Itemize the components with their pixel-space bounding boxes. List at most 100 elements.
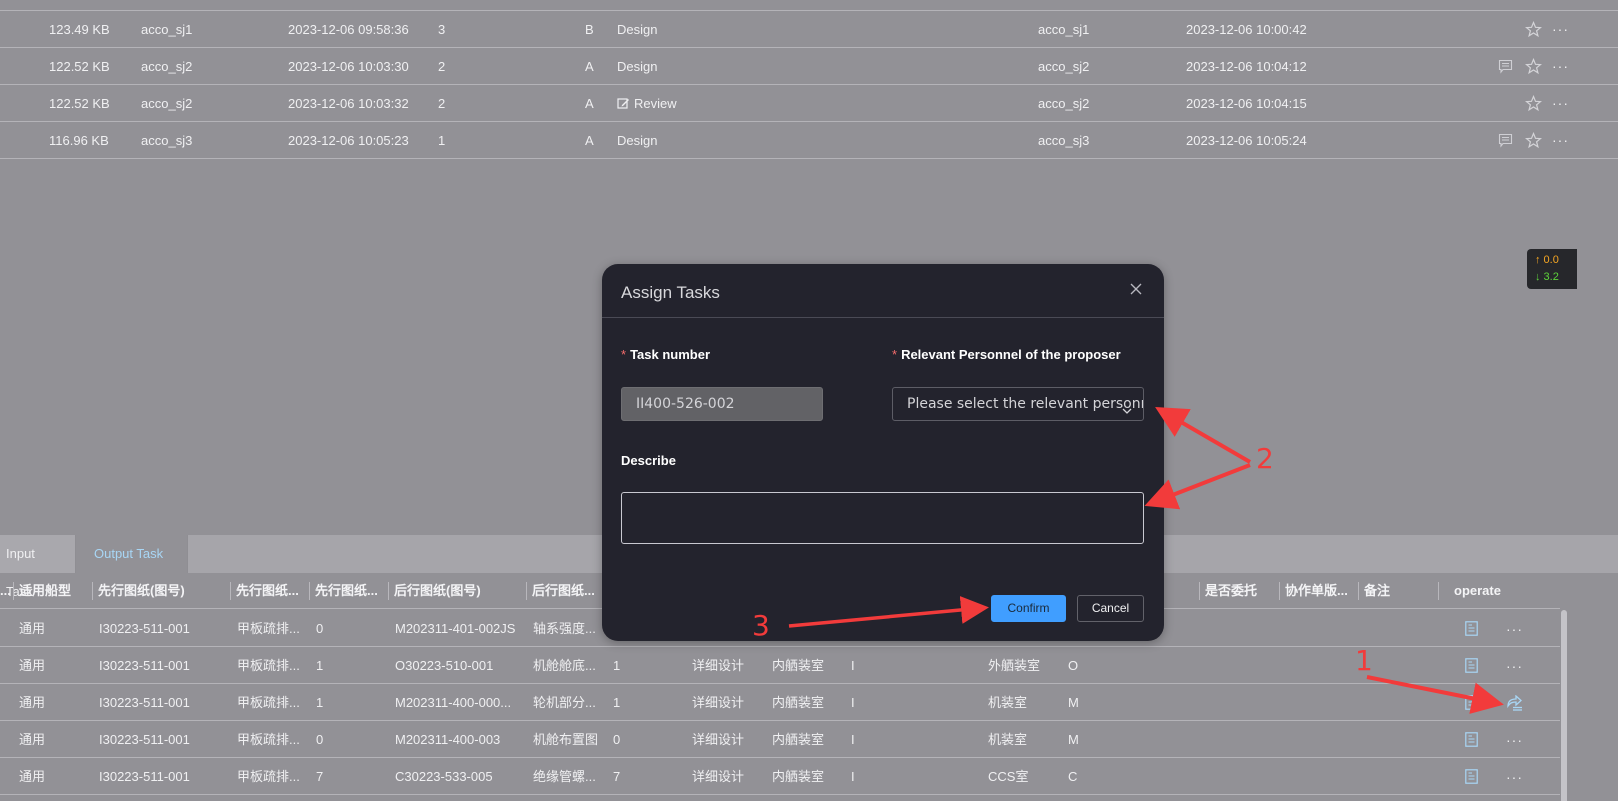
- more-options-button[interactable]: ···: [1506, 769, 1523, 785]
- document-icon[interactable]: [1462, 657, 1480, 675]
- operate-cell: ···: [1462, 610, 1523, 647]
- personnel-select[interactable]: Please select the relevant personnel: [892, 387, 1144, 421]
- column-header-operate: operate: [1438, 573, 1501, 609]
- pre-drawing-no: I30223-511-001: [99, 695, 190, 710]
- confirm-button[interactable]: Confirm: [991, 595, 1066, 622]
- upload-time: 2023-12-06 10:03:32: [288, 96, 409, 111]
- modify-time: 2023-12-06 10:00:42: [1186, 22, 1307, 37]
- collab-department: CCS室: [988, 769, 1029, 784]
- task-row[interactable]: 通用 I30223-511-001 甲板疏排... 7 C30223-533-0…: [0, 758, 1560, 795]
- column-header-remarks[interactable]: 备注: [1358, 573, 1390, 609]
- department: 内舾装室: [772, 769, 825, 784]
- ship-type: 通用: [19, 621, 46, 636]
- collab-code: O: [1068, 658, 1079, 673]
- post-drawing-no: M202311-400-000...: [395, 695, 512, 710]
- annotation-step-1: 1: [1355, 644, 1373, 677]
- annotation-arrow-2b: [1144, 463, 1251, 510]
- version: 1: [438, 133, 446, 148]
- revision: A: [585, 133, 594, 148]
- chevron-down-icon: [1121, 397, 1133, 414]
- star-icon[interactable]: [1524, 95, 1542, 113]
- stage-label: Design: [617, 22, 658, 37]
- pre-drawing-name: 甲板疏排...: [237, 732, 300, 747]
- star-icon[interactable]: [1524, 21, 1542, 39]
- department-code: I: [851, 769, 855, 784]
- describe-label: Describe: [621, 453, 676, 468]
- star-icon[interactable]: [1524, 132, 1542, 150]
- upload-time: 2023-12-06 10:03:30: [288, 59, 409, 74]
- column-header-pre-version[interactable]: 先行图纸...: [309, 573, 378, 609]
- cancel-button[interactable]: Cancel: [1077, 595, 1144, 622]
- row-actions: ···: [1496, 85, 1569, 122]
- modifier: acco_sj2: [1038, 96, 1090, 111]
- comment-icon[interactable]: [1496, 58, 1514, 76]
- document-icon[interactable]: [1462, 694, 1480, 712]
- file-row[interactable]: 122.52 KB acco_sj2 2023-12-06 10:03:30 2…: [0, 48, 1618, 85]
- column-header-pre-drawing-no[interactable]: 先行图纸(图号): [92, 573, 185, 609]
- more-options-button[interactable]: ···: [1552, 122, 1569, 159]
- design-stage: 详细设计: [692, 769, 745, 784]
- required-mark: *: [621, 347, 627, 362]
- row-actions: ···: [1496, 48, 1569, 85]
- pre-version: 1: [316, 658, 324, 673]
- column-header-post-drawing-name[interactable]: 后行图纸...: [526, 573, 595, 609]
- uploader: acco_sj2: [141, 96, 193, 111]
- file-row[interactable]: 122.52 KB acco_sj2 2023-12-06 10:03:32 2…: [0, 85, 1618, 122]
- more-options-button[interactable]: ···: [1552, 11, 1569, 48]
- ship-type: 通用: [19, 695, 46, 710]
- pre-drawing-name: 甲板疏排...: [237, 769, 300, 784]
- assign-task-icon[interactable]: [1506, 694, 1524, 712]
- annotation-step-3: 3: [752, 609, 770, 642]
- star-icon[interactable]: [1524, 58, 1542, 76]
- document-icon[interactable]: [1462, 620, 1480, 638]
- design-stage: 详细设计: [692, 658, 745, 673]
- modify-time: 2023-12-06 10:04:15: [1186, 96, 1307, 111]
- task-row[interactable]: 通用 I30223-511-001 甲板疏排... 0 M202311-400-…: [0, 721, 1560, 758]
- column-header[interactable]: ...: [0, 573, 11, 609]
- annotation-arrow-2a: [1155, 406, 1252, 464]
- task-row[interactable]: 通用 I30223-511-001 甲板疏排... 1 O30223-510-0…: [0, 647, 1560, 684]
- document-icon[interactable]: [1462, 731, 1480, 749]
- tab-output-task[interactable]: Output Task: [76, 535, 188, 573]
- upload-time: 2023-12-06 10:05:23: [288, 133, 409, 148]
- file-row[interactable]: 123.49 KB acco_sj1 2023-12-06 09:58:36 3…: [0, 11, 1618, 48]
- post-drawing-no: M202311-400-003: [395, 732, 501, 747]
- more-options-button[interactable]: ···: [1506, 732, 1523, 748]
- edit-icon: [617, 97, 630, 110]
- personnel-select-placeholder: Please select the relevant personnel: [907, 396, 1144, 412]
- pre-drawing-no: I30223-511-001: [99, 621, 190, 636]
- file-row[interactable]: 116.96 KB acco_sj3 2023-12-06 10:05:23 1…: [0, 122, 1618, 159]
- column-header-post-drawing-no[interactable]: 后行图纸(图号): [388, 573, 481, 609]
- describe-textarea[interactable]: [621, 492, 1144, 544]
- task-number-input[interactable]: II400-526-002: [621, 387, 823, 421]
- row-actions: ···: [1496, 11, 1569, 48]
- department: 内舾装室: [772, 695, 825, 710]
- post-drawing-name: 轴系强度...: [533, 621, 596, 636]
- more-options-button[interactable]: ···: [1506, 658, 1523, 674]
- more-options-button[interactable]: ···: [1552, 85, 1569, 122]
- more-options-button[interactable]: ···: [1506, 621, 1523, 637]
- close-icon[interactable]: [1130, 283, 1144, 297]
- upload-speed: ↑ 0.0: [1535, 254, 1559, 266]
- column-header-collab-dept[interactable]: 协作单版...: [1279, 573, 1348, 609]
- stage-label: Design: [617, 133, 658, 148]
- column-header-entrusted[interactable]: 是否委托: [1199, 573, 1257, 609]
- revision: A: [585, 59, 594, 74]
- document-icon[interactable]: [1462, 768, 1480, 786]
- tab-input-task[interactable]: Input Task: [0, 535, 76, 599]
- comment-icon[interactable]: [1496, 132, 1514, 150]
- task-table-scrollbar[interactable]: [1561, 610, 1567, 801]
- operate-cell: ···: [1462, 647, 1523, 684]
- collab-code: M: [1068, 695, 1079, 710]
- task-row[interactable]: 通用 I30223-511-001 甲板疏排... 1 M202311-400-…: [0, 684, 1560, 721]
- pre-version: 7: [316, 769, 324, 784]
- uploader: acco_sj3: [141, 133, 193, 148]
- pre-drawing-name: 甲板疏排...: [237, 621, 300, 636]
- collab-code: C: [1068, 769, 1078, 784]
- more-options-button[interactable]: ···: [1552, 48, 1569, 85]
- personnel-label-text: Relevant Personnel of the proposer: [901, 347, 1121, 362]
- post-drawing-name: 机舱舱底...: [533, 658, 596, 673]
- column-header-ship-type[interactable]: 适用船型: [13, 573, 71, 609]
- dialog-header: Assign Tasks: [602, 264, 1164, 318]
- column-header-pre-drawing-name[interactable]: 先行图纸...: [230, 573, 299, 609]
